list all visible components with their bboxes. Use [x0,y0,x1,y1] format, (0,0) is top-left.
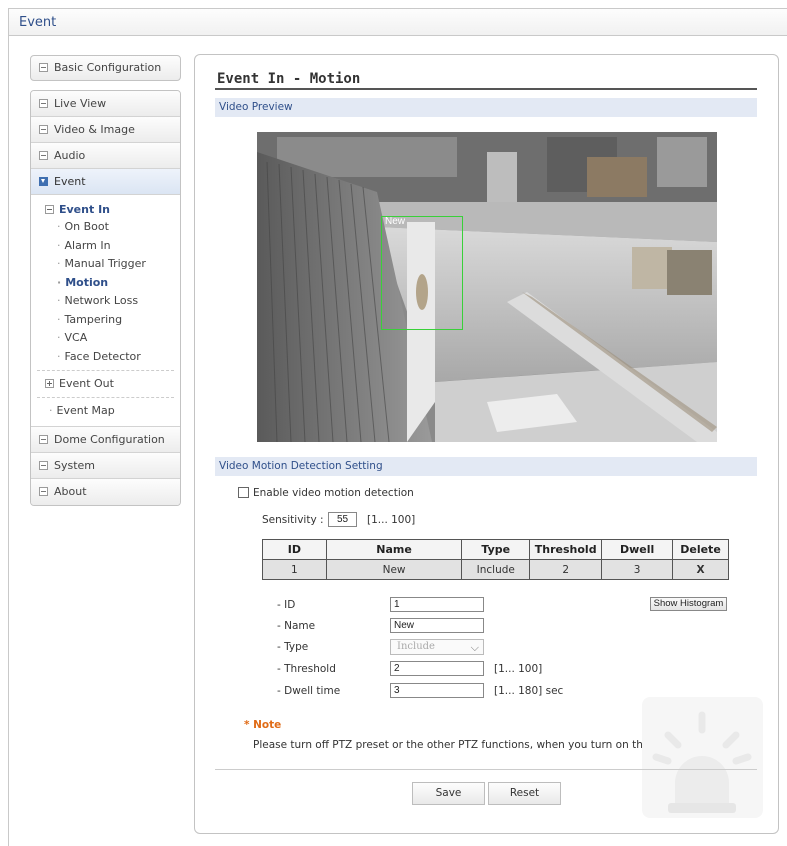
save-button[interactable]: Save [412,782,485,805]
window-title: Event [19,15,57,30]
sensitivity-range: [1... 100] [367,514,416,526]
divider [215,769,757,770]
collapse-icon [39,176,48,186]
sidebar-item-live-view[interactable]: Live View [31,91,180,117]
col-name: Name [325,539,463,560]
show-histogram-button[interactable]: Show Histogram [650,597,727,611]
type-select[interactable]: Include ⌵ [390,639,484,655]
expand-icon [39,62,48,72]
sidebar-item-label: Basic Configuration [54,61,162,74]
section-header-video-preview: Video Preview [215,98,757,117]
cell-threshold: 2 [529,559,603,580]
cell-type: Include [461,559,531,580]
col-delete: Delete [672,539,729,560]
divider [37,397,174,398]
motion-rules-table: ID Name Type Threshold Dwell Delete 1 Ne… [262,539,729,580]
dwell-input[interactable]: 3 [390,683,484,698]
cell-dwell: 3 [601,559,674,580]
type-select-value: Include [397,641,435,652]
expand-icon [39,434,48,444]
note-title: * Note [244,719,282,731]
note-text: Please turn off PTZ preset or the other … [253,739,681,751]
cell-id: 1 [262,559,327,580]
col-type: Type [461,539,531,560]
expand-icon [45,378,54,388]
sidebar-item-video-image[interactable]: Video & Image [31,117,180,143]
motion-region-label: New [385,216,406,227]
dwell-label: - Dwell time [277,685,341,697]
sidebar-menu: Live View Video & Image Audio Event Even… [30,90,181,506]
threshold-input[interactable]: 2 [390,661,484,676]
enable-vmd-checkbox[interactable] [238,487,249,498]
sidebar-item-label: Dome Configuration [54,433,165,446]
sidebar-item-about[interactable]: About [31,479,180,505]
dwell-range: [1... 180] sec [494,685,564,697]
expand-icon [39,98,48,108]
table-row[interactable]: 1 New Include 2 3 X [262,559,729,580]
sidebar-item-label: Video & Image [54,123,135,136]
tree-event-in[interactable]: Event In [31,201,180,218]
sidebar-item-label: System [54,459,96,472]
event-subtree: Event In · On Boot · Alarm In · Manual Trig… [31,195,180,427]
tree-item-network-loss[interactable]: · Network Loss [31,292,180,311]
section-header-vmd: Video Motion Detection Setting [215,457,757,476]
tree-item-vca[interactable]: · VCA [31,329,180,348]
cell-name: New [325,559,463,580]
sidebar-item-audio[interactable]: Audio [31,143,180,169]
sensitivity-label: Sensitivity : [262,514,324,526]
tree-event-map[interactable]: · Event Map [31,402,180,420]
camera-scene-image [257,132,717,442]
threshold-label: - Threshold [277,663,336,675]
expand-icon [39,460,48,470]
tree-item-alarm-in[interactable]: · Alarm In [31,237,180,256]
name-label: - Name [277,620,316,632]
sensitivity-input[interactable]: 55 [328,512,357,527]
tree-event-out[interactable]: Event Out [31,375,180,393]
sidebar-item-dome-configuration[interactable]: Dome Configuration [31,427,180,453]
collapse-icon [45,204,54,214]
sidebar-item-label: Audio [54,149,86,162]
sidebar-item-label: Live View [54,97,107,110]
col-id: ID [262,539,327,560]
page-title: Event In - Motion [217,71,361,87]
type-label: - Type [277,641,309,653]
sidebar-item-label: About [54,485,87,498]
sidebar-item-label: Event [54,175,86,188]
id-label: - ID [277,599,296,611]
tree-item-manual-trigger[interactable]: · Manual Trigger [31,255,180,274]
id-input[interactable]: 1 [390,597,484,612]
tree-item-face-detector[interactable]: · Face Detector [31,348,180,367]
tree-item-motion[interactable]: · Motion [31,274,180,293]
reset-button[interactable]: Reset [488,782,561,805]
name-input[interactable]: New [390,618,484,633]
chevron-down-icon: ⌵ [470,641,479,654]
expand-icon [39,124,48,134]
motion-region-box[interactable]: New [381,216,463,330]
tree-item-on-boot[interactable]: · On Boot [31,218,180,237]
frame-border [8,36,9,846]
sidebar-item-system[interactable]: System [31,453,180,479]
title-underline [215,88,757,90]
sidebar-item-event[interactable]: Event [31,169,180,195]
expand-icon [39,150,48,160]
delete-button[interactable]: X [672,559,729,580]
tree-item-tampering[interactable]: · Tampering [31,311,180,330]
video-preview[interactable]: New [257,132,717,442]
col-threshold: Threshold [529,539,603,560]
threshold-range: [1... 100] [494,663,543,675]
col-dwell: Dwell [601,539,674,560]
main-panel: Event In - Motion Video Preview New Vide… [194,54,779,834]
divider [37,370,174,371]
expand-icon [39,486,48,496]
sidebar-item-basic-configuration[interactable]: Basic Configuration [30,55,181,81]
title-bar: Event [8,8,787,36]
enable-vmd-label: Enable video motion detection [253,487,414,499]
tree-label: Event In [59,203,110,216]
warning-light-icon [642,697,763,818]
